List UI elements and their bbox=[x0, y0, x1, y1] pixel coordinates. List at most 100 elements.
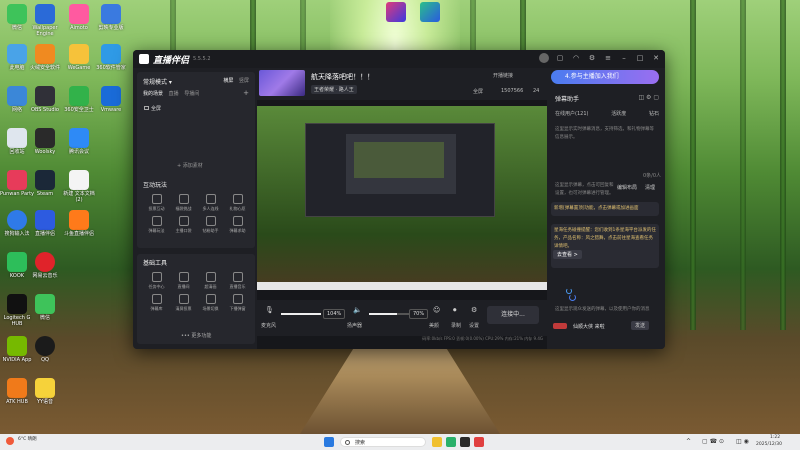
tab-live[interactable]: 直播 bbox=[169, 91, 179, 97]
tool-item[interactable]: 下播弹窗 bbox=[224, 294, 251, 312]
beauty-icon[interactable]: ☺ bbox=[433, 306, 440, 314]
notice-box-2[interactable]: 星海任务碰撞提醒：您们收到1条星海平台派发的任务，产品名称：风之猎舞，点击前往星… bbox=[551, 224, 659, 268]
more-functions-button[interactable]: ••• 更多功能 bbox=[181, 332, 211, 339]
interact-item[interactable]: 礼物心愿 bbox=[224, 194, 251, 212]
desktop-icon[interactable]: Steam bbox=[28, 170, 62, 197]
edit-layout-button[interactable]: 编辑布局 bbox=[617, 184, 637, 191]
tools-card: 基础工具 任务中心 直播间 超清画 直播音乐 弹幕库 清屏投票 场景切换 下播弹… bbox=[137, 254, 255, 344]
speaker-icon[interactable]: 🔈 bbox=[353, 306, 362, 314]
desktop-icon[interactable]: Woolsky bbox=[28, 128, 62, 155]
taskbar-app-icon[interactable] bbox=[446, 437, 456, 447]
interact-item[interactable]: 投票互动 bbox=[143, 194, 170, 212]
clear-button[interactable]: 清理 bbox=[645, 184, 655, 191]
microphone-icon[interactable]: 🎙 bbox=[265, 306, 274, 314]
maximize-icon[interactable]: □ bbox=[635, 53, 645, 63]
tool-item[interactable]: 直播音乐 bbox=[224, 272, 251, 290]
desktop-icon[interactable]: YY语音 bbox=[28, 378, 62, 405]
desktop-icon[interactable]: 直播伴侣 bbox=[28, 210, 62, 237]
interact-item[interactable]: 钻粉助手 bbox=[197, 216, 224, 234]
taskbar-app-icon[interactable] bbox=[460, 437, 470, 447]
scene-item[interactable]: 全屏 bbox=[151, 105, 161, 112]
settings-icon[interactable]: ⚙ bbox=[471, 306, 477, 314]
desktop-icon[interactable]: 火绒安全软件 bbox=[28, 44, 62, 71]
vote-icon bbox=[151, 194, 162, 204]
notice-box-1[interactable]: 新增[弹幕置顶]功能，点击弹幕或加进画面 bbox=[551, 202, 659, 216]
desktop-icon[interactable]: 剪映专业版 bbox=[94, 4, 128, 31]
promo-banner[interactable]: 4.参与主播加入我们 bbox=[551, 70, 659, 84]
taskbar-search[interactable]: 搜索 bbox=[340, 437, 426, 447]
tab-director[interactable]: 导播间 bbox=[184, 91, 199, 97]
desktop-icon[interactable]: 360软件管家 bbox=[94, 44, 128, 71]
mic-percent[interactable]: 104% bbox=[323, 309, 346, 319]
live-preview[interactable] bbox=[257, 106, 547, 290]
windows-start-icon[interactable] bbox=[324, 437, 334, 447]
tab-my-scenes[interactable]: 我的场景 bbox=[143, 91, 163, 97]
gear-icon[interactable]: ⚙ bbox=[587, 53, 597, 63]
interact-item[interactable]: 福袋挑战 bbox=[170, 194, 197, 212]
speaker-percent[interactable]: 70% bbox=[409, 309, 429, 319]
desktop-icon[interactable]: 360安全卫士 bbox=[62, 86, 96, 113]
tray-chevron-icon[interactable]: ^ bbox=[686, 438, 691, 445]
taskbar-app-icon[interactable] bbox=[474, 437, 484, 447]
desktop-icon[interactable]: Aimoto bbox=[62, 4, 96, 31]
mode-dropdown[interactable]: 常规模式 ▾ bbox=[143, 77, 172, 86]
pocket-icon bbox=[178, 216, 189, 226]
interact-item[interactable]: 弹幕求助 bbox=[224, 216, 251, 234]
record-icon[interactable]: ⏺ bbox=[453, 306, 457, 315]
go-live-button[interactable]: 连接中... bbox=[487, 306, 539, 324]
interact-item[interactable]: 弹幕玩法 bbox=[143, 216, 170, 234]
header-icons[interactable]: ◫ ⚙ ▢ bbox=[638, 94, 659, 101]
clock-date[interactable]: 2025/12/30 bbox=[756, 442, 782, 447]
minimize-icon[interactable]: – bbox=[619, 53, 629, 63]
mic-volume-slider[interactable] bbox=[281, 313, 321, 315]
file-explorer-icon[interactable] bbox=[432, 437, 442, 447]
headset-icon[interactable]: ◠ bbox=[571, 53, 581, 63]
avatar[interactable] bbox=[539, 53, 549, 63]
desktop-icon[interactable]: 腾讯会议 bbox=[62, 128, 96, 155]
live-title[interactable]: 航天降落吧吧！！！ bbox=[311, 72, 374, 82]
message-icon[interactable]: ▢ bbox=[555, 53, 565, 63]
live-link-button[interactable]: 开播链接 bbox=[493, 72, 513, 79]
tool-item[interactable]: 直播间 bbox=[170, 272, 197, 290]
tool-item[interactable]: 任务中心 bbox=[143, 272, 170, 290]
full-screen-button[interactable]: 全屏 bbox=[473, 88, 483, 95]
tool-item[interactable]: 清屏投票 bbox=[170, 294, 197, 312]
scene-switch-icon bbox=[205, 294, 216, 304]
send-button[interactable]: 发送 bbox=[631, 321, 650, 330]
interact-item[interactable]: 主播口袋 bbox=[170, 216, 197, 234]
desktop-icon[interactable]: OBS Studio bbox=[28, 86, 62, 113]
check-task-button[interactable]: 去查看 > bbox=[553, 250, 582, 259]
desktop-icon[interactable]: QQ bbox=[28, 336, 62, 363]
tool-item[interactable]: 超清画 bbox=[197, 272, 224, 290]
tab-portrait[interactable]: 竖屏 bbox=[239, 78, 249, 84]
clock-time[interactable]: 1:22 bbox=[770, 435, 780, 440]
menu-icon[interactable]: ≡ bbox=[603, 53, 613, 63]
speaker-volume-slider[interactable] bbox=[369, 313, 409, 315]
tab-diamond[interactable]: 钻石 bbox=[649, 110, 659, 117]
tab-online-users[interactable]: 在线用户(121) bbox=[555, 110, 588, 117]
weather-icon[interactable] bbox=[6, 437, 14, 445]
tab-landscape[interactable]: 横屏 bbox=[223, 78, 233, 84]
close-icon[interactable]: ✕ bbox=[651, 53, 661, 63]
desktop-icon[interactable]: WeGame bbox=[62, 44, 96, 71]
floating-app-icon[interactable] bbox=[420, 2, 440, 22]
tool-item[interactable]: 场景切换 bbox=[197, 294, 224, 312]
tray-icons[interactable]: ▢ ☎ ⊙ bbox=[702, 438, 724, 445]
desktop-icon[interactable]: 网易云音乐 bbox=[28, 252, 62, 279]
tab-activity[interactable]: 活跃度 bbox=[611, 110, 626, 117]
add-scene-icon[interactable]: + bbox=[243, 89, 249, 97]
interact-item[interactable]: 多人连线 bbox=[197, 194, 224, 212]
live-cover-thumbnail[interactable] bbox=[259, 70, 305, 96]
desktop-icon[interactable]: Wallpaper Engine bbox=[28, 4, 62, 37]
network-sound-icons[interactable]: ◫ ◉ bbox=[736, 438, 749, 445]
desktop-icon[interactable]: Vmware bbox=[94, 86, 128, 113]
floating-app-icon[interactable] bbox=[386, 2, 406, 22]
tool-item[interactable]: 弹幕库 bbox=[143, 294, 170, 312]
live-category-tag[interactable]: 王者荣耀 · 路人王 bbox=[311, 85, 357, 94]
weather-text[interactable]: 6°C 晴朗 bbox=[18, 437, 46, 442]
add-material-button[interactable]: + 添加素材 bbox=[177, 162, 203, 169]
desktop-icon[interactable]: 斗鱼直播伴侣 bbox=[62, 210, 96, 237]
desktop-icon[interactable]: 微信 bbox=[28, 294, 62, 321]
desktop-icon[interactable]: 新建 文本文档 (2) bbox=[62, 170, 96, 203]
music-icon bbox=[232, 272, 243, 282]
